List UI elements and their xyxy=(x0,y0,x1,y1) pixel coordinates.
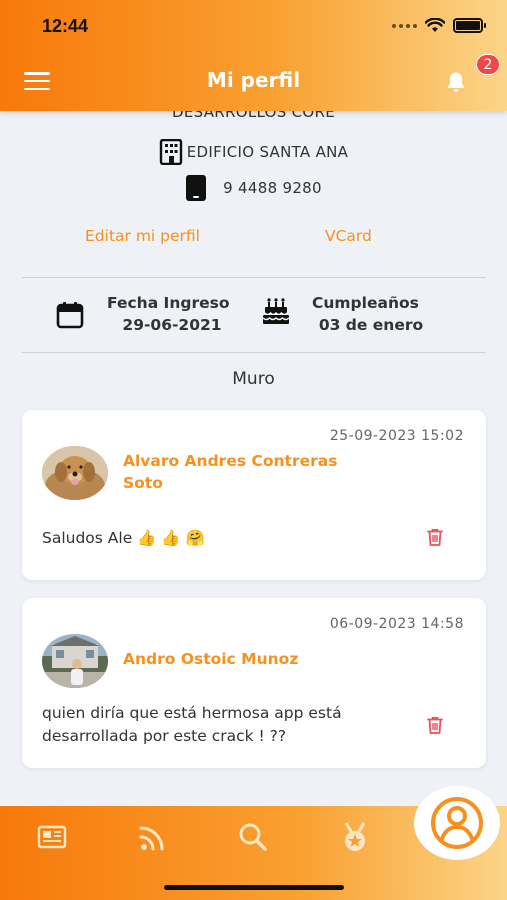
avatar[interactable] xyxy=(42,634,108,688)
post-message: Saludos Ale 👍 👍 🤗 xyxy=(42,529,205,547)
dog-photo-icon xyxy=(42,446,108,500)
status-icons xyxy=(392,18,486,33)
phone-text[interactable]: 9 4488 9280 xyxy=(223,179,322,197)
calendar-icon xyxy=(56,302,84,329)
post-author[interactable]: Andro Ostoic Munoz xyxy=(123,648,298,670)
notification-badge: 2 xyxy=(476,54,500,75)
avatar[interactable] xyxy=(42,446,108,500)
profile-content: DESARROLLOS CORE EDIFICIO SANTA ANA 9 44… xyxy=(0,111,507,811)
cumpleanos-value: 03 de enero xyxy=(318,316,424,334)
medal-icon[interactable] xyxy=(338,820,372,854)
fecha-ingreso-value: 29-06-2021 xyxy=(122,316,222,334)
post-date: 06-09-2023 14:58 xyxy=(329,616,464,632)
building-icon xyxy=(159,139,182,165)
post-author[interactable]: Alvaro Andres Contreras Soto xyxy=(123,450,337,494)
post-date: 25-09-2023 15:02 xyxy=(329,428,464,444)
person-photo-icon xyxy=(42,634,108,688)
cellular-signal-icon xyxy=(392,23,417,28)
building-text: EDIFICIO SANTA ANA xyxy=(186,143,349,161)
app-header: 12:44 Mi perfil 2 xyxy=(0,0,507,111)
building-line: EDIFICIO SANTA ANA xyxy=(0,139,507,165)
wifi-icon xyxy=(425,18,445,32)
post-message-line2: desarrollada por este crack ! ?? xyxy=(42,727,287,745)
divider-bottom xyxy=(22,352,486,353)
news-icon[interactable] xyxy=(35,820,69,854)
post-message-line1: quien diría que está hermosa app está xyxy=(42,704,342,722)
search-icon[interactable] xyxy=(236,820,270,854)
department-line: DESARROLLOS CORE xyxy=(0,111,507,121)
mobile-phone-icon xyxy=(186,175,207,201)
bell-icon[interactable] xyxy=(444,70,468,94)
fecha-ingreso-label: Fecha Ingreso xyxy=(107,294,230,312)
profile-tab-button[interactable] xyxy=(414,786,500,860)
trash-icon[interactable] xyxy=(425,715,445,735)
cumpleanos-label: Cumpleaños xyxy=(312,294,419,312)
post-author-line1: Alvaro Andres Contreras xyxy=(123,452,338,470)
vcard-link[interactable]: VCard xyxy=(325,227,372,245)
status-time: 12:44 xyxy=(42,16,89,36)
phone-line: 9 4488 9280 xyxy=(0,175,507,201)
home-indicator xyxy=(164,885,344,890)
divider-top xyxy=(22,277,486,278)
battery-icon xyxy=(453,18,486,33)
post-author-line2: Soto xyxy=(123,474,163,492)
birthday-cake-icon xyxy=(262,298,290,324)
page-title: Mi perfil xyxy=(206,68,301,92)
dates-section: Fecha Ingreso 29-06-2021 Cumpleaños 03 d… xyxy=(0,291,507,341)
profile-icon xyxy=(431,797,483,849)
wall-post: 25-09-2023 15:02 Alvaro Andres Contreras… xyxy=(22,410,486,580)
edit-profile-link[interactable]: Editar mi perfil xyxy=(85,227,200,245)
trash-icon[interactable] xyxy=(425,527,445,547)
wall-title: Muro xyxy=(232,369,275,389)
department-text: DESARROLLOS CORE xyxy=(172,111,335,121)
post-message: quien diría que está hermosa app está de… xyxy=(42,702,342,748)
wall-post: 06-09-2023 14:58 Andro Ostoic Munoz quie… xyxy=(22,598,486,768)
rss-icon[interactable] xyxy=(136,820,170,854)
